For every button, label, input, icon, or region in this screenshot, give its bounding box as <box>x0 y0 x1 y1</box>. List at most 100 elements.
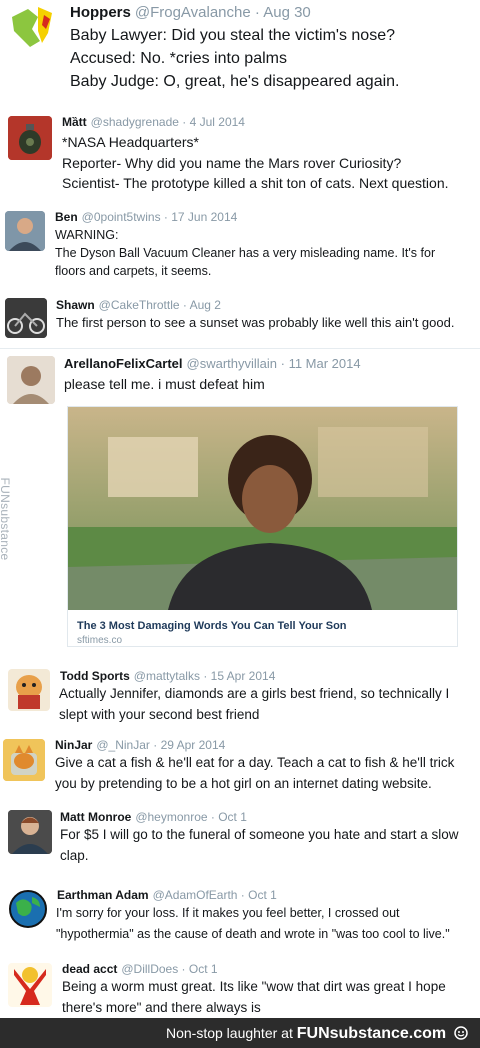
person-avatar-icon <box>8 810 52 854</box>
tweet-line: For $5 I will go to the funeral of someo… <box>60 827 459 842</box>
tweet: dead acct @DillDoes · Oct 1 Being a worm … <box>0 957 480 1017</box>
handle[interactable]: @mattytalks <box>134 669 200 683</box>
timestamp[interactable]: 17 Jun 2014 <box>171 210 237 224</box>
side-watermark: FUNsubstance <box>0 460 14 578</box>
handle[interactable]: @swarthyvillain <box>187 356 278 371</box>
display-name[interactable]: ArellanoFelixCartel <box>64 356 183 371</box>
tweet-header: NinJar @_NinJar · 29 Apr 2014 <box>55 738 226 752</box>
tweet-line: Reporter- Why did you name the Mars rove… <box>62 154 402 171</box>
tweet-header: Ben @0point5twins · 17 Jun 2014 <box>55 210 238 224</box>
tweet-line: clap. <box>60 847 89 863</box>
tweet-line: there's more" and there always is <box>62 999 261 1015</box>
tweet-line: Accused: No. *cries into palms <box>70 50 287 67</box>
handle[interactable]: @FrogAvalanche <box>135 4 251 21</box>
cat-avatar-icon <box>3 739 45 781</box>
display-name[interactable]: dead acct <box>62 962 117 976</box>
footer-text: Non-stop laughter at FUNsubstance.com <box>166 1025 468 1043</box>
timestamp[interactable]: Oct 1 <box>218 810 247 824</box>
tweet: Ben @0point5twins · 17 Jun 2014 WARNING: … <box>0 205 480 290</box>
avatar[interactable] <box>8 116 52 160</box>
tweet-line: I'm sorry for your loss. If it makes you… <box>56 906 400 920</box>
display-name[interactable]: Matt Monroe <box>60 810 131 824</box>
handle[interactable]: @_NinJar <box>96 738 150 752</box>
earth-avatar-icon <box>9 890 47 928</box>
display-name[interactable]: Hoppers <box>70 4 131 21</box>
display-name[interactable]: Ben <box>55 210 78 224</box>
tweet-text: Actually Jennifer, diamonds are a girls … <box>59 684 449 725</box>
tweet-line: please tell me. i must defeat him <box>64 376 265 392</box>
avatar[interactable] <box>3 739 45 781</box>
tweet-text: *NASA Headquarters* Reporter- Why did yo… <box>62 132 449 194</box>
handle[interactable]: @DillDoes <box>121 962 178 976</box>
boy-photo-image <box>68 407 457 610</box>
red-figure-avatar-icon <box>8 963 52 1007</box>
avatar[interactable] <box>8 963 52 1007</box>
display-name[interactable]: Mȁtt <box>62 115 87 129</box>
link-card[interactable]: The 3 Most Damaging Words You Can Tell Y… <box>67 406 458 647</box>
card-title[interactable]: The 3 Most Damaging Words You Can Tell Y… <box>77 620 347 632</box>
tweet: Hoppers @FrogAvalanche · Aug 30 Baby Lawy… <box>0 0 480 100</box>
tweet-text: Baby Lawyer: Did you steal the victim's … <box>70 24 400 93</box>
avatar[interactable] <box>8 3 60 55</box>
tweet-line: Baby Judge: O, great, he's disappeared a… <box>70 73 400 90</box>
watermark-text: FUNsubstance <box>0 477 12 561</box>
tweet-line: *NASA Headquarters* <box>62 134 199 150</box>
timestamp[interactable]: Oct 1 <box>189 962 218 976</box>
timestamp[interactable]: 29 Apr 2014 <box>161 738 226 752</box>
avatar[interactable] <box>8 889 48 929</box>
tweet-line: WARNING: <box>55 228 119 242</box>
timestamp[interactable]: 11 Mar 2014 <box>289 356 361 371</box>
tweet-line: slept with your second best friend <box>59 706 260 722</box>
tweet-text: For $5 I will go to the funeral of someo… <box>60 825 458 866</box>
tweet-header: Earthman Adam @AdamOfEarth · Oct 1 <box>57 888 277 902</box>
handle[interactable]: @shadygrenade <box>91 115 179 129</box>
timestamp[interactable]: Aug 30 <box>263 4 311 21</box>
handle[interactable]: @AdamOfEarth <box>153 888 238 902</box>
avatar[interactable] <box>5 298 47 338</box>
tweet: Mȁtt @shadygrenade · 4 Jul 2014 *NASA Hea… <box>0 110 480 200</box>
tweet-line: The first person to see a sunset was pro… <box>56 315 455 330</box>
handle[interactable]: @CakeThrottle <box>99 298 180 312</box>
tweet-text: The first person to see a sunset was pro… <box>56 314 454 332</box>
frog-avatar-icon <box>12 7 52 47</box>
display-name[interactable]: Earthman Adam <box>57 888 149 902</box>
display-name[interactable]: Shawn <box>56 298 95 312</box>
footer-brand[interactable]: FUNsubstance.com <box>297 1025 446 1042</box>
avatar[interactable] <box>7 356 55 404</box>
tweet-line: Give a cat a fish & he'll eat for a day.… <box>55 755 455 770</box>
tweet: Todd Sports @mattytalks · 15 Apr 2014 Act… <box>0 664 480 732</box>
handle[interactable]: @0point5twins <box>82 210 161 224</box>
tweet-line: The Dyson Ball Vacuum Cleaner has a very… <box>55 246 436 260</box>
timestamp[interactable]: 15 Apr 2014 <box>211 669 276 683</box>
tweet-header: Todd Sports @mattytalks · 15 Apr 2014 <box>60 669 276 683</box>
funsubstance-logo-icon <box>454 1026 468 1040</box>
tweet: NinJar @_NinJar · 29 Apr 2014 Give a cat … <box>0 733 480 803</box>
footer-tagline: Non-stop laughter at <box>165 1025 293 1041</box>
handle[interactable]: @heymonroe <box>135 810 207 824</box>
display-name[interactable]: Todd Sports <box>60 669 130 683</box>
tweet-line: "hypothermia" as the cause of death and … <box>56 926 450 941</box>
tweet-line: Baby Lawyer: Did you steal the victim's … <box>70 27 395 44</box>
grenade-avatar-icon <box>8 116 52 160</box>
tweet-text: WARNING: The Dyson Ball Vacuum Cleaner h… <box>55 226 435 280</box>
tweet-line: Scientist- The prototype killed a shit t… <box>62 175 449 191</box>
timestamp[interactable]: Oct 1 <box>248 888 277 902</box>
timestamp[interactable]: Aug 2 <box>190 298 221 312</box>
tweet-header: Hoppers @FrogAvalanche · Aug 30 <box>70 4 311 21</box>
tweet-line: you by pretending to be a hot girl on an… <box>55 775 432 791</box>
avatar[interactable] <box>5 211 45 251</box>
tweet-line: floors and carpets, it seems. <box>55 264 212 278</box>
tweet-header: ArellanoFelixCartel @swarthyvillain · 11 … <box>64 356 361 371</box>
tweet-text: Give a cat a fish & he'll eat for a day.… <box>55 753 454 794</box>
tweet-text: I'm sorry for your loss. If it makes you… <box>56 903 450 944</box>
display-name[interactable]: NinJar <box>55 738 92 752</box>
tweet-header: Mȁtt @shadygrenade · 4 Jul 2014 <box>62 115 245 129</box>
card-domain[interactable]: sftimes.co <box>77 635 122 646</box>
tweet: Earthman Adam @AdamOfEarth · Oct 1 I'm so… <box>0 883 480 953</box>
avatar[interactable] <box>8 810 52 854</box>
tweet-header: Matt Monroe @heymonroe · Oct 1 <box>60 810 247 824</box>
tweet-text: Being a worm must great. Its like "wow t… <box>62 977 446 1018</box>
timestamp[interactable]: 4 Jul 2014 <box>190 115 245 129</box>
avatar[interactable] <box>8 669 50 711</box>
tweet-header: Shawn @CakeThrottle · Aug 2 <box>56 298 221 312</box>
